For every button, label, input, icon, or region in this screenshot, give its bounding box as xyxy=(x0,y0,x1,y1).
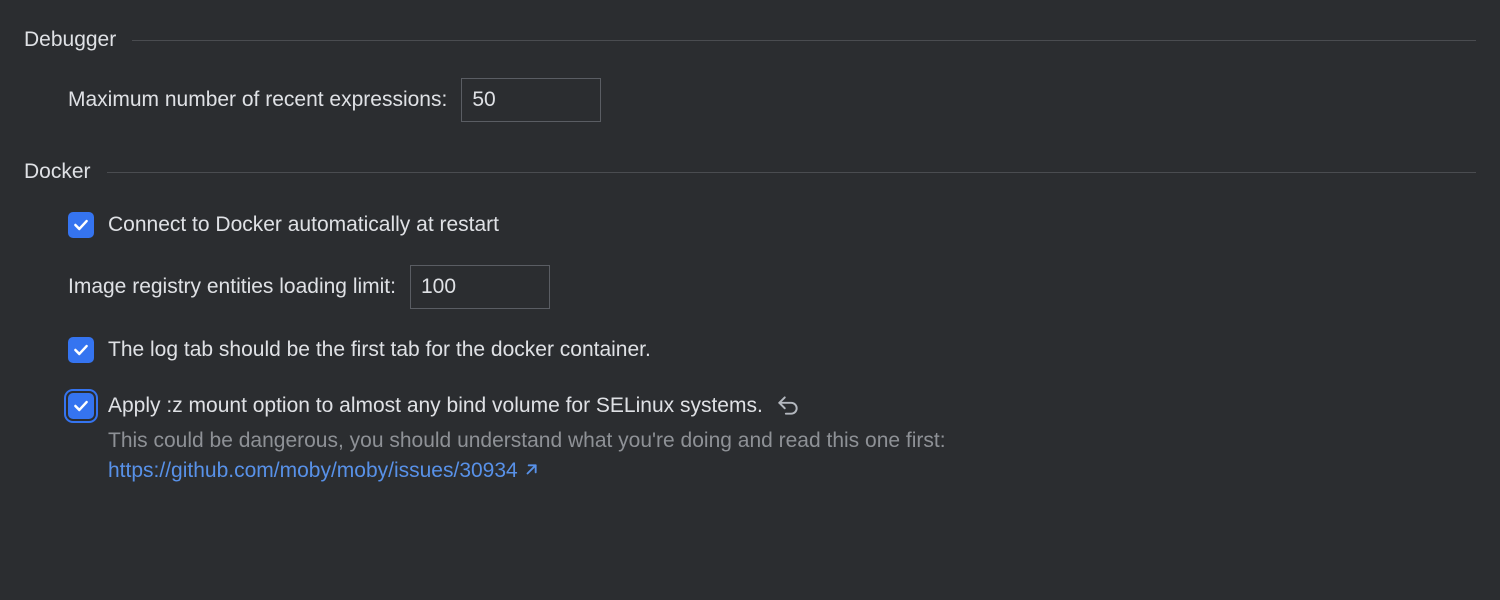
z-mount-help-text: This could be dangerous, you should unde… xyxy=(108,429,946,452)
auto-connect-label[interactable]: Connect to Docker automatically at resta… xyxy=(108,210,499,239)
debugger-section-title: Debugger xyxy=(24,28,116,52)
z-mount-help: This could be dangerous, you should unde… xyxy=(108,426,946,485)
debugger-section-header: Debugger xyxy=(24,0,1476,66)
max-expressions-row: Maximum number of recent expressions: xyxy=(68,78,1432,122)
divider xyxy=(132,40,1476,41)
reset-icon[interactable] xyxy=(775,392,801,418)
docker-section: Docker Connect to Docker automatically a… xyxy=(0,132,1500,495)
docker-section-body: Connect to Docker automatically at resta… xyxy=(24,198,1476,495)
max-expressions-label: Maximum number of recent expressions: xyxy=(68,88,447,112)
auto-connect-row: Connect to Docker automatically at resta… xyxy=(68,210,1432,239)
z-mount-checkbox[interactable] xyxy=(68,393,94,419)
log-tab-first-checkbox[interactable] xyxy=(68,337,94,363)
docker-section-title: Docker xyxy=(24,160,91,184)
max-expressions-input[interactable] xyxy=(461,78,601,122)
registry-limit-label: Image registry entities loading limit: xyxy=(68,275,396,299)
check-icon xyxy=(72,397,90,415)
registry-limit-input[interactable] xyxy=(410,265,550,309)
log-tab-first-label[interactable]: The log tab should be the first tab for … xyxy=(108,335,651,364)
registry-limit-row: Image registry entities loading limit: xyxy=(68,265,1432,309)
log-tab-first-row: The log tab should be the first tab for … xyxy=(68,335,1432,364)
debugger-section-body: Maximum number of recent expressions: xyxy=(24,66,1476,132)
z-mount-help-link[interactable]: https://github.com/moby/moby/issues/3093… xyxy=(108,456,538,485)
z-mount-content: Apply :z mount option to almost any bind… xyxy=(108,391,946,485)
divider xyxy=(107,172,1476,173)
auto-connect-checkbox[interactable] xyxy=(68,212,94,238)
z-mount-row: Apply :z mount option to almost any bind… xyxy=(68,391,1432,485)
z-mount-label[interactable]: Apply :z mount option to almost any bind… xyxy=(108,391,763,420)
z-mount-help-link-text: https://github.com/moby/moby/issues/3093… xyxy=(108,456,518,485)
external-link-icon xyxy=(524,463,538,477)
check-icon xyxy=(72,216,90,234)
docker-section-header: Docker xyxy=(24,132,1476,198)
check-icon xyxy=(72,341,90,359)
debugger-section: Debugger Maximum number of recent expres… xyxy=(0,0,1500,132)
z-mount-label-row: Apply :z mount option to almost any bind… xyxy=(108,391,946,420)
